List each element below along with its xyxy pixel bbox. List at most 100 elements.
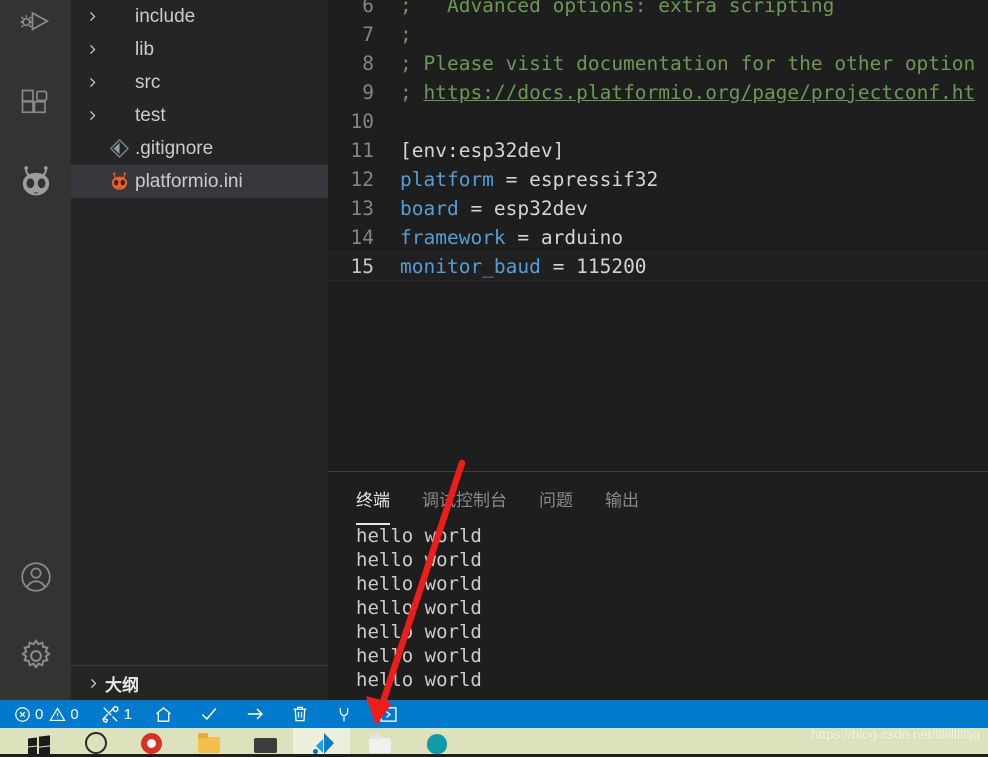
- status-errors[interactable]: 0 0: [14, 700, 85, 728]
- screen: https://blog.csdn.net/llllllllllljg incl…: [0, 0, 988, 757]
- status-platformio-upload[interactable]: [245, 700, 265, 728]
- watermark: https://blog.csdn.net/llllllllllljg: [811, 727, 980, 742]
- extensions-icon: [18, 86, 54, 122]
- code-key: monitor_baud: [400, 255, 541, 278]
- tab-problems[interactable]: 问题: [539, 486, 573, 515]
- plug-icon: [335, 705, 353, 724]
- dark-app-icon: [252, 730, 278, 754]
- line-number: 15: [350, 255, 374, 278]
- file-tree: include lib src test .gitignore platform…: [71, 0, 328, 198]
- activity-item-accounts[interactable]: [0, 553, 71, 601]
- tree-row-platformio-ini[interactable]: platformio.ini: [71, 165, 328, 198]
- code-line: 8 ; Please visit documentation for the o…: [328, 49, 988, 78]
- tree-row-include[interactable]: include: [71, 0, 328, 33]
- code-line: 6 ; Advanced options: extra scripting: [328, 0, 988, 20]
- status-platformio-serial-monitor[interactable]: [335, 700, 353, 728]
- code-line: 12 platform = espressif32: [328, 165, 988, 194]
- outline-label: 大纲: [105, 675, 139, 695]
- tools-icon: [101, 705, 120, 724]
- code-text: ; Please visit documentation for the oth…: [400, 52, 976, 75]
- activity-item-settings[interactable]: [0, 632, 71, 680]
- sidebar-explorer: include lib src test .gitignore platform…: [71, 0, 328, 700]
- arrow-right-icon: [245, 704, 265, 724]
- chevron-right-icon[interactable]: [79, 10, 105, 23]
- terminal-line: hello world: [356, 525, 482, 547]
- error-circle-icon: [14, 706, 31, 723]
- code-value: = espressif32: [493, 168, 659, 191]
- terminal-icon: [379, 705, 398, 724]
- tab-terminal[interactable]: 终端: [356, 486, 390, 525]
- line-number: 10: [350, 110, 374, 133]
- tree-label: test: [135, 104, 166, 126]
- code-link[interactable]: https://docs.platformio.org/page/project…: [423, 81, 975, 104]
- terminal-line: hello world: [356, 597, 482, 619]
- line-number: 13: [350, 197, 374, 220]
- account-icon: [18, 559, 54, 595]
- tree-row-lib[interactable]: lib: [71, 33, 328, 66]
- chevron-right-icon[interactable]: [79, 109, 105, 122]
- code-text: ;: [400, 81, 424, 104]
- tree-label: include: [135, 5, 196, 27]
- status-warnings-count: 0: [70, 705, 79, 723]
- code-editor[interactable]: 6 ; Advanced options: extra scripting 7 …: [328, 0, 988, 472]
- git-file-icon: [105, 138, 133, 159]
- windows-logo-icon: [24, 730, 50, 757]
- trash-icon: [291, 705, 309, 723]
- activity-item-platformio[interactable]: [0, 157, 71, 205]
- tree-row-test[interactable]: test: [71, 99, 328, 132]
- vscode-window: include lib src test .gitignore platform…: [0, 0, 988, 728]
- status-platformio-new-terminal[interactable]: [379, 700, 398, 728]
- panel-tabs: 终端 调试控制台 问题 输出: [328, 480, 671, 525]
- terminal-line: hello world: [356, 573, 482, 595]
- tree-row-src[interactable]: src: [71, 66, 328, 99]
- terminal-output[interactable]: hello world hello world hello world hell…: [356, 524, 976, 692]
- code-line-current: 15 monitor_baud = 115200: [328, 252, 988, 281]
- line-number: 7: [362, 23, 374, 46]
- search-circle-icon: [81, 730, 107, 754]
- activity-item-run-and-debug[interactable]: [0, 0, 71, 48]
- code-value: = esp32dev: [458, 197, 588, 220]
- chevron-right-icon[interactable]: [79, 76, 105, 89]
- code-line: 11 [env:esp32dev]: [328, 136, 988, 165]
- tree-label: .gitignore: [135, 137, 214, 159]
- code-key: platform: [400, 168, 494, 191]
- status-platformio-tasks[interactable]: 1: [101, 700, 138, 728]
- vscode-icon: [309, 730, 335, 754]
- status-tasks-count: 1: [123, 705, 133, 723]
- chrome-icon: [138, 730, 164, 754]
- bottom-panel: 终端 调试控制台 问题 输出 hello world hello world h…: [328, 472, 988, 700]
- status-platformio-build[interactable]: [199, 700, 219, 728]
- code-value: = 115200: [540, 255, 647, 278]
- tab-output[interactable]: 输出: [605, 486, 639, 515]
- teal-app-icon: [423, 730, 449, 754]
- code-line: 9 ; https://docs.platformio.org/page/pro…: [328, 78, 988, 107]
- tree-label: lib: [135, 38, 155, 60]
- tree-label: src: [135, 71, 161, 93]
- status-platformio-clean[interactable]: [291, 700, 309, 728]
- warning-triangle-icon: [49, 706, 66, 723]
- tree-row-gitignore[interactable]: .gitignore: [71, 132, 328, 165]
- activity-item-extensions[interactable]: [0, 80, 71, 128]
- status-platformio-home[interactable]: [154, 700, 173, 728]
- code-line: 14 framework = arduino: [328, 223, 988, 252]
- tree-label: platformio.ini: [135, 170, 243, 192]
- code-line: 10: [328, 107, 988, 136]
- status-bar: 0 0 1: [0, 700, 988, 728]
- chevron-right-icon[interactable]: [81, 677, 105, 690]
- platformio-alien-icon: [105, 170, 133, 193]
- terminal-line: hello world: [356, 669, 482, 691]
- code-line: 7 ;: [328, 20, 988, 49]
- tab-debug-console[interactable]: 调试控制台: [422, 486, 507, 515]
- code-text: ;: [400, 23, 412, 46]
- platformio-alien-icon: [16, 161, 56, 201]
- code-key: board: [400, 197, 459, 220]
- gear-icon: [17, 637, 55, 675]
- activity-bar: [0, 0, 71, 700]
- status-errors-count: 0: [35, 705, 44, 723]
- code-key: framework: [400, 226, 506, 249]
- chevron-right-icon[interactable]: [79, 43, 105, 56]
- sidebar-section-outline[interactable]: 大纲: [71, 666, 328, 700]
- explorer-icon: [366, 730, 392, 754]
- run-debug-icon: [19, 7, 53, 41]
- code-text: [env:esp32dev]: [400, 139, 565, 162]
